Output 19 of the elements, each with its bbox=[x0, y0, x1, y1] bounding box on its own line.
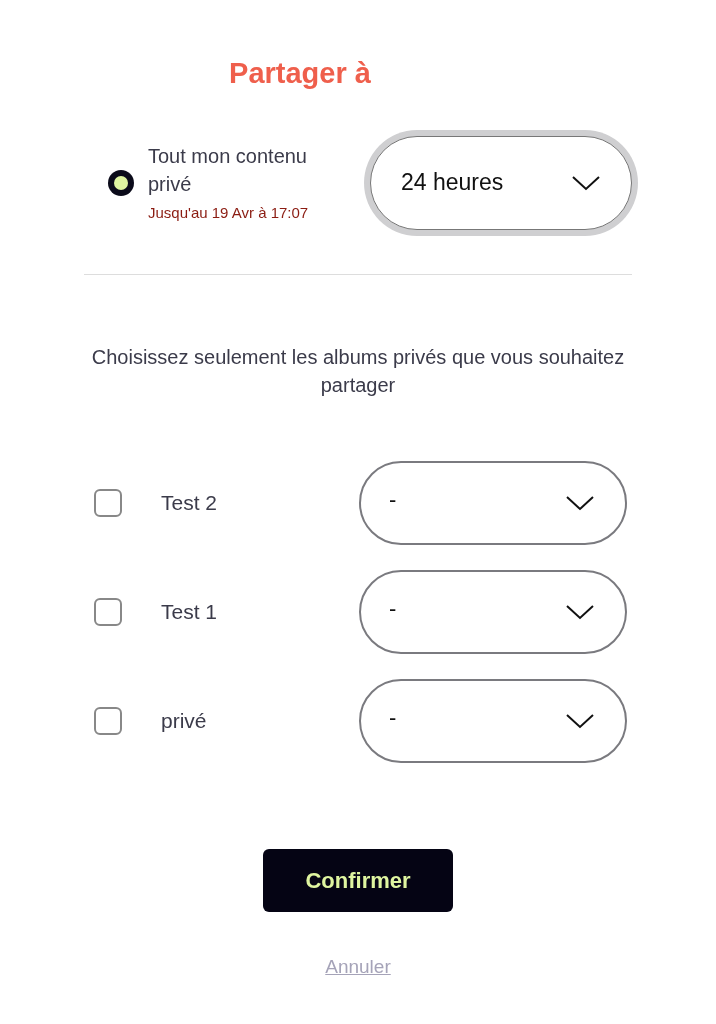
instructions-text: Choisissez seulement les albums privés que vous souhaitez partager bbox=[90, 344, 626, 398]
chevron-down-icon bbox=[571, 174, 601, 191]
chevron-down-icon bbox=[565, 494, 595, 511]
chevron-down-icon bbox=[565, 712, 595, 729]
album-name: Test 2 bbox=[161, 489, 218, 516]
album-checkbox[interactable] bbox=[94, 597, 122, 626]
chevron-down-icon bbox=[565, 603, 595, 620]
radio-button[interactable] bbox=[108, 169, 134, 196]
confirm-button[interactable]: Confirmer bbox=[263, 848, 453, 912]
album-duration-dropdown[interactable]: - bbox=[359, 460, 627, 545]
album-duration-dropdown[interactable]: - bbox=[359, 569, 627, 654]
dialog-title: Partager à bbox=[229, 56, 371, 91]
album-duration-dropdown[interactable]: - bbox=[359, 678, 627, 763]
album-checkbox[interactable] bbox=[94, 706, 122, 735]
album-name: Test 1 bbox=[161, 598, 218, 625]
album-checkbox[interactable] bbox=[94, 488, 122, 517]
radio-label: Tout mon contenu privé bbox=[148, 143, 308, 197]
album-name: privé bbox=[161, 707, 207, 734]
expiry-date: Jusqu'au 19 Avr à 17:07 bbox=[148, 202, 310, 223]
